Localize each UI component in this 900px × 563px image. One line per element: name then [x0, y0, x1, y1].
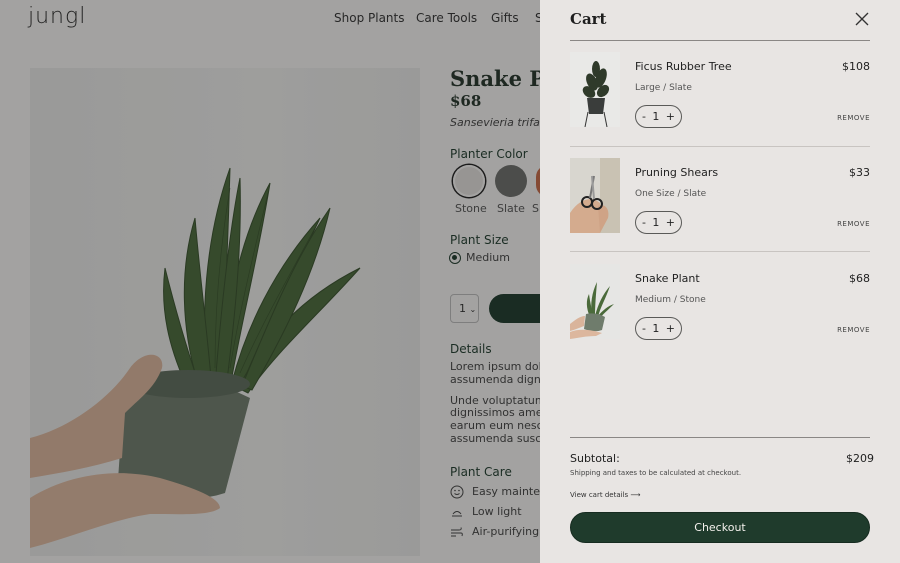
checkout-button[interactable]: Checkout [570, 512, 870, 543]
cart-item: Snake Plant Medium / Stone $68 - 1 + REM… [570, 264, 870, 364]
divider [570, 146, 870, 147]
subtotal-value: $209 [846, 452, 874, 465]
divider [570, 437, 870, 438]
decrement-button[interactable]: - [642, 216, 646, 229]
remove-button[interactable]: REMOVE [837, 114, 870, 122]
quantity-stepper: - 1 + [635, 317, 682, 340]
decrement-button[interactable]: - [642, 322, 646, 335]
quantity-stepper: - 1 + [635, 211, 682, 234]
increment-button[interactable]: + [666, 216, 675, 229]
cart-drawer: Cart Ficus Rubber Tree Large / Slate $10… [540, 0, 900, 563]
remove-button[interactable]: REMOVE [837, 220, 870, 228]
cart-item: Pruning Shears One Size / Slate $33 - 1 … [570, 158, 870, 258]
item-variant: Medium / Stone [635, 295, 706, 305]
quantity-value: 1 [652, 322, 660, 335]
item-name[interactable]: Snake Plant [635, 272, 700, 285]
item-name[interactable]: Pruning Shears [635, 166, 718, 179]
page-dim-overlay[interactable] [0, 0, 540, 563]
item-thumbnail [570, 52, 620, 127]
item-variant: One Size / Slate [635, 189, 707, 199]
cart-item: Ficus Rubber Tree Large / Slate $108 - 1… [570, 52, 870, 152]
quantity-value: 1 [652, 110, 660, 123]
item-thumbnail [570, 264, 620, 339]
subtotal-label: Subtotal: [570, 452, 620, 465]
quantity-stepper: - 1 + [635, 105, 682, 128]
increment-button[interactable]: + [666, 110, 675, 123]
view-cart-details-link[interactable]: View cart details ⟶ [570, 491, 640, 499]
divider [570, 40, 870, 41]
increment-button[interactable]: + [666, 322, 675, 335]
decrement-button[interactable]: - [642, 110, 646, 123]
shipping-note: Shipping and taxes to be calculated at c… [570, 469, 742, 477]
item-price: $33 [849, 166, 870, 179]
quantity-value: 1 [652, 216, 660, 229]
item-name[interactable]: Ficus Rubber Tree [635, 60, 732, 73]
divider [570, 251, 870, 252]
item-price: $68 [849, 272, 870, 285]
item-price: $108 [842, 60, 870, 73]
close-icon[interactable] [854, 11, 870, 27]
remove-button[interactable]: REMOVE [837, 326, 870, 334]
item-thumbnail [570, 158, 620, 233]
item-variant: Large / Slate [635, 83, 692, 93]
cart-title: Cart [570, 10, 607, 28]
